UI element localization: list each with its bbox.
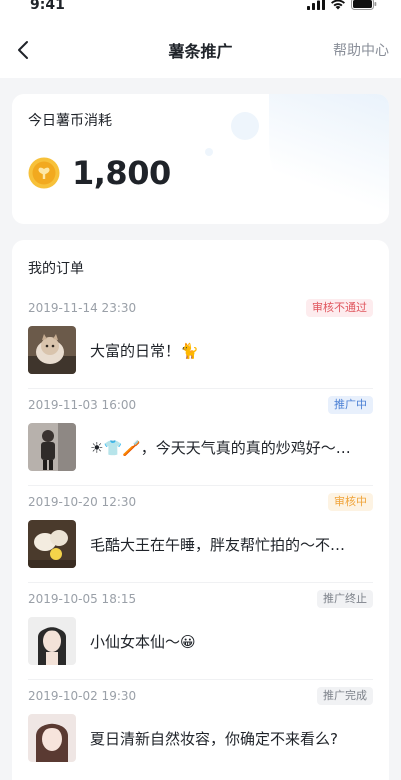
status-icons — [307, 0, 377, 10]
status-bar: 9:41 — [0, 0, 401, 22]
order-header: 2019-11-03 16:00 推广中 — [28, 395, 373, 415]
order-thumbnail — [28, 520, 76, 568]
status-badge: 审核中 — [328, 493, 373, 511]
order-header: 2019-10-02 19:30 推广完成 — [28, 686, 373, 706]
order-header: 2019-11-14 23:30 审核不通过 — [28, 298, 373, 318]
wifi-icon — [331, 0, 345, 10]
order-time: 2019-10-02 19:30 — [28, 689, 137, 703]
order-title: 毛酷大王在午睡，胖友帮忙拍的～不… — [90, 535, 346, 554]
signal-icon — [307, 0, 325, 10]
order-body: ☀👕🪥，今天天气真的真的炒鸡好～… — [28, 423, 373, 471]
order-body: 毛酷大王在午睡，胖友帮忙拍的～不… — [28, 520, 373, 568]
consumption-label: 今日薯币消耗 — [28, 113, 112, 129]
daily-consumption-card: 今日薯币消耗 1,800 — [12, 94, 389, 224]
order-header: 2019-10-05 18:15 推广终止 — [28, 589, 373, 609]
status-badge: 审核不通过 — [306, 299, 373, 317]
status-time: 9:41 — [30, 0, 65, 13]
order-thumbnail — [28, 714, 76, 762]
order-item[interactable]: 2019-11-14 23:30 审核不通过 大富的日常！🐈 — [28, 292, 373, 389]
order-time: 2019-10-20 12:30 — [28, 495, 137, 509]
page-title: 薯条推广 — [168, 42, 233, 61]
cat-photo-icon — [28, 326, 76, 374]
order-time: 2019-11-03 16:00 — [28, 398, 137, 412]
help-center-link[interactable]: 帮助中心 — [333, 40, 389, 60]
coin-icon — [28, 157, 60, 189]
battery-icon — [351, 0, 377, 10]
order-body: 夏日清新自然妆容，你确定不来看么? — [28, 714, 373, 762]
order-title: 大富的日常！🐈 — [90, 341, 199, 360]
consumption-row: 1,800 — [28, 154, 373, 192]
order-thumbnail — [28, 617, 76, 665]
order-title: 夏日清新自然妆容，你确定不来看么? — [90, 729, 338, 748]
portrait-photo-icon — [28, 714, 76, 762]
sleeping-dog-photo-icon — [28, 520, 76, 568]
status-badge: 推广中 — [328, 396, 373, 414]
order-item[interactable]: 2019-11-03 16:00 推广中 ☀👕🪥，今天天气真的真的炒鸡好～… — [28, 389, 373, 486]
order-body: 大富的日常！🐈 — [28, 326, 373, 374]
consumption-value: 1,800 — [72, 154, 171, 192]
order-thumbnail — [28, 423, 76, 471]
order-item[interactable]: 2019-10-20 12:30 审核中 毛酷大王在午睡，胖友帮忙拍的～不… — [28, 486, 373, 583]
status-badge: 推广完成 — [317, 687, 373, 705]
back-arrow-icon[interactable] — [12, 38, 36, 62]
person-photo-icon — [28, 423, 76, 471]
order-item[interactable]: 2019-10-02 19:30 推广完成 夏日清新自然妆容，你确定不来看么? — [28, 680, 373, 776]
order-time: 2019-11-14 23:30 — [28, 301, 137, 315]
orders-card: 我的订单 2019-11-14 23:30 审核不通过 大富的日常！🐈 2019… — [12, 240, 389, 780]
order-body: 小仙女本仙～😀 — [28, 617, 373, 665]
order-time: 2019-10-05 18:15 — [28, 592, 137, 606]
order-title: ☀👕🪥，今天天气真的真的炒鸡好～… — [90, 438, 351, 457]
order-item[interactable]: 2019-10-05 18:15 推广终止 小仙女本仙～😀 — [28, 583, 373, 680]
orders-title: 我的订单 — [28, 261, 84, 277]
page-content: 今日薯币消耗 1,800 我的订单 2019-11-14 23:30 审核不通过 — [0, 78, 401, 780]
order-header: 2019-10-20 12:30 审核中 — [28, 492, 373, 512]
order-title: 小仙女本仙～😀 — [90, 632, 196, 651]
order-thumbnail — [28, 326, 76, 374]
status-badge: 推广终止 — [317, 590, 373, 608]
nav-bar: 薯条推广 帮助中心 — [0, 22, 401, 78]
portrait-photo-icon — [28, 617, 76, 665]
